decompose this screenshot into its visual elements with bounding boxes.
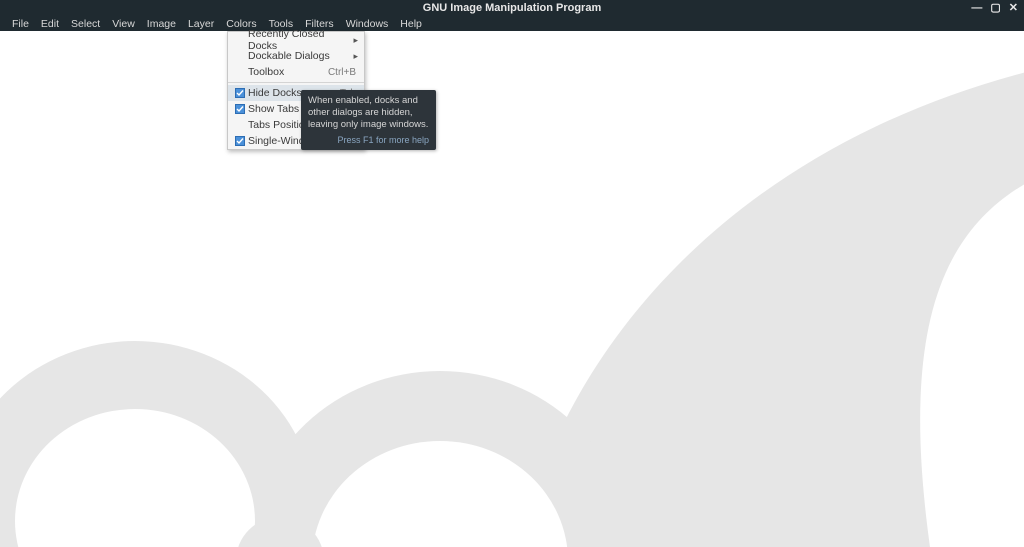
menu-edit[interactable]: Edit <box>35 16 65 31</box>
tooltip-text: When enabled, docks and other dialogs ar… <box>308 95 429 131</box>
window-controls: — ▢ ✕ <box>971 0 1018 16</box>
checkbox-checked-icon <box>234 88 246 98</box>
checkbox-checked-icon <box>234 136 246 146</box>
chevron-right-icon: ▸ <box>353 51 358 62</box>
chevron-right-icon: ▸ <box>353 35 358 46</box>
close-button[interactable]: ✕ <box>1009 3 1018 14</box>
menu-separator <box>228 82 364 83</box>
checkbox-checked-icon <box>234 104 246 114</box>
menu-item-toolbox[interactable]: Toolbox Ctrl+B <box>228 64 364 80</box>
menu-help[interactable]: Help <box>394 16 428 31</box>
menu-file[interactable]: File <box>6 16 35 31</box>
titlebar: GNU Image Manipulation Program — ▢ ✕ <box>0 0 1024 16</box>
menu-item-dockable-dialogs[interactable]: Dockable Dialogs ▸ <box>228 48 364 64</box>
menu-item-label: Toolbox <box>248 66 328 78</box>
minimize-button[interactable]: — <box>971 3 982 14</box>
wilber-logo <box>0 31 1024 547</box>
app-title: GNU Image Manipulation Program <box>423 2 601 14</box>
menu-select[interactable]: Select <box>65 16 106 31</box>
tooltip: When enabled, docks and other dialogs ar… <box>301 90 436 150</box>
tooltip-help: Press F1 for more help <box>308 135 429 146</box>
menubar: File Edit Select View Image Layer Colors… <box>0 16 1024 31</box>
menu-view[interactable]: View <box>106 16 141 31</box>
menu-item-recently-closed-docks[interactable]: Recently Closed Docks ▸ <box>228 32 364 48</box>
maximize-button[interactable]: ▢ <box>990 3 1000 14</box>
menu-item-accel: Ctrl+B <box>328 67 356 78</box>
menu-layer[interactable]: Layer <box>182 16 220 31</box>
menu-image[interactable]: Image <box>141 16 182 31</box>
canvas-area[interactable] <box>0 31 1024 547</box>
menu-item-label: Dockable Dialogs <box>248 50 356 62</box>
